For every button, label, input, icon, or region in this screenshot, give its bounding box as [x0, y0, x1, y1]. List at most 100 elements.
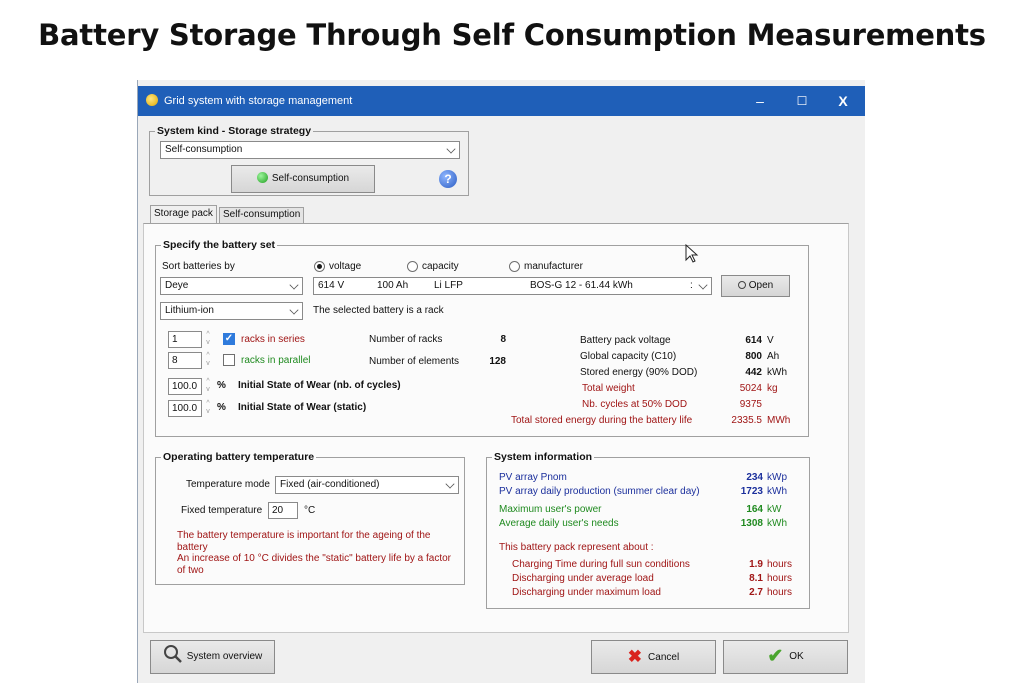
- cancel-button[interactable]: ✖ Cancel: [591, 640, 716, 674]
- num-elements-value: 128: [489, 356, 506, 367]
- stat-unit: MWh: [767, 415, 791, 426]
- ok-button[interactable]: ✔ OK: [723, 640, 848, 674]
- chevron-down-icon: [446, 144, 456, 154]
- ok-label: OK: [789, 651, 804, 662]
- wear-static-label: Initial State of Wear (static): [238, 402, 367, 413]
- info-unit: kWh: [767, 486, 787, 497]
- system-overview-button[interactable]: System overview: [150, 640, 275, 674]
- num-racks-value: 8: [500, 334, 506, 345]
- info-label: Average daily user's needs: [499, 518, 619, 529]
- racks-series-label: racks in series: [241, 334, 305, 345]
- represent-row-unit: hours: [767, 587, 793, 598]
- info-value: 234: [746, 472, 763, 483]
- cancel-label: Cancel: [648, 652, 680, 663]
- wear-static-input[interactable]: 100.0: [168, 400, 202, 417]
- cancel-x-icon: ✖: [627, 647, 643, 666]
- technology-value: Lithium-ion: [165, 305, 214, 316]
- sort-capacity-radio[interactable]: [407, 261, 418, 272]
- stat-value: 800: [745, 351, 762, 362]
- stat-label: Battery pack voltage: [580, 335, 671, 346]
- tab-storage-pack[interactable]: Storage pack: [150, 205, 217, 223]
- racks-parallel-input[interactable]: 8: [168, 352, 202, 369]
- represent-row-label: Discharging under maximum load: [512, 587, 661, 598]
- stat-value: 2335.5: [731, 415, 762, 426]
- racks-series-spinner[interactable]: ^ v: [204, 331, 212, 347]
- represent-row-label: Charging Time during full sun conditions: [512, 559, 690, 570]
- stat-unit: kg: [767, 383, 778, 394]
- checkmark-icon: ✔: [767, 646, 784, 667]
- mouse-cursor-icon: [685, 244, 699, 263]
- storage-strategy-select[interactable]: Self-consumption: [160, 141, 460, 159]
- chevron-down-icon: [289, 280, 299, 290]
- temperature-mode-select[interactable]: Fixed (air-conditioned): [275, 476, 459, 494]
- system-kind-group-label: System kind - Storage strategy: [155, 125, 314, 138]
- racks-series-input[interactable]: 1: [168, 331, 202, 348]
- stat-label: Total weight: [582, 383, 635, 394]
- represent-row-value: 1.9: [749, 559, 763, 570]
- tab-self-consumption[interactable]: Self-consumption: [219, 207, 305, 223]
- num-racks-label: Number of racks: [369, 334, 443, 345]
- wear-cycles-label: Initial State of Wear (nb. of cycles): [238, 380, 401, 391]
- represent-row-unit: hours: [767, 559, 793, 570]
- open-button[interactable]: Open: [721, 275, 790, 297]
- stat-label: Global capacity (C10): [580, 351, 677, 362]
- chevron-down-icon: [445, 479, 455, 489]
- info-label: PV array daily production (summer clear …: [499, 486, 700, 497]
- stat-value: 614: [745, 335, 762, 346]
- self-consumption-button[interactable]: Self-consumption: [231, 165, 375, 193]
- technology-select[interactable]: Lithium-ion: [160, 302, 303, 320]
- temperature-note-1: The battery temperature is important for…: [177, 530, 431, 553]
- wear-cycles-percent: %: [217, 380, 226, 391]
- wear-cycles-input[interactable]: 100.0: [168, 378, 202, 395]
- model-capacity: 100 Ah: [377, 280, 409, 291]
- temperature-mode-label: Temperature mode: [186, 479, 270, 490]
- temperature-group-label: Operating battery temperature: [161, 451, 317, 464]
- model-marker: :: [690, 280, 693, 291]
- close-button[interactable]: X: [828, 90, 858, 112]
- manufacturer-select[interactable]: Deye: [160, 277, 303, 295]
- manufacturer-value: Deye: [165, 280, 189, 291]
- wear-cycles-spinner[interactable]: ^ v: [204, 378, 212, 394]
- stat-value: 442: [745, 367, 762, 378]
- fixed-temperature-label: Fixed temperature: [181, 505, 263, 516]
- minimize-button[interactable]: –: [745, 90, 775, 112]
- model-tech: Li LFP: [434, 280, 463, 291]
- model-voltage: 614 V: [318, 280, 345, 291]
- represent-row-label: Discharging under average load: [512, 573, 654, 584]
- racks-parallel-checkbox[interactable]: [223, 354, 235, 366]
- stat-value: 5024: [739, 383, 762, 394]
- info-unit: kW: [767, 504, 782, 515]
- stat-unit: Ah: [767, 351, 780, 362]
- chevron-down-icon: [289, 305, 299, 315]
- sort-manufacturer-label: manufacturer: [524, 261, 583, 272]
- maximize-button[interactable]: ☐: [787, 90, 817, 112]
- sort-voltage-radio[interactable]: [314, 261, 325, 272]
- title-bar[interactable]: Grid system with storage management – ☐ …: [138, 86, 865, 116]
- battery-model-select[interactable]: 614 V 100 Ah Li LFP BOS-G 12 - 61.44 kWh…: [313, 277, 712, 295]
- stat-label: Nb. cycles at 50% DOD: [582, 399, 688, 410]
- num-elements-label: Number of elements: [369, 356, 460, 367]
- temperature-mode-value: Fixed (air-conditioned): [280, 479, 380, 490]
- racks-parallel-label: racks in parallel: [241, 355, 311, 366]
- system-overview-label: System overview: [186, 651, 263, 662]
- fixed-temperature-unit: °C: [304, 505, 316, 516]
- fixed-temperature-input[interactable]: 20: [268, 502, 298, 519]
- page-title: Battery Storage Through Self Consumption…: [38, 18, 986, 52]
- app-icon: [146, 94, 158, 106]
- sort-manufacturer-radio[interactable]: [509, 261, 520, 272]
- racks-series-checkbox[interactable]: ✓: [223, 333, 235, 345]
- sort-label: Sort batteries by: [162, 261, 235, 272]
- search-icon: [737, 281, 746, 289]
- stat-value: 9375: [739, 399, 762, 410]
- racks-parallel-spinner[interactable]: ^ v: [204, 352, 212, 368]
- magnifier-icon: [163, 645, 182, 663]
- stat-unit: kWh: [767, 367, 787, 378]
- wear-static-spinner[interactable]: ^ v: [204, 400, 212, 416]
- info-value: 1308: [740, 518, 763, 529]
- help-icon[interactable]: ?: [439, 170, 457, 188]
- open-button-label: Open: [748, 280, 774, 291]
- wear-static-percent: %: [217, 402, 226, 413]
- stat-label: Stored energy (90% DOD): [580, 367, 698, 378]
- info-value: 164: [746, 504, 763, 515]
- stat-unit: V: [767, 335, 774, 346]
